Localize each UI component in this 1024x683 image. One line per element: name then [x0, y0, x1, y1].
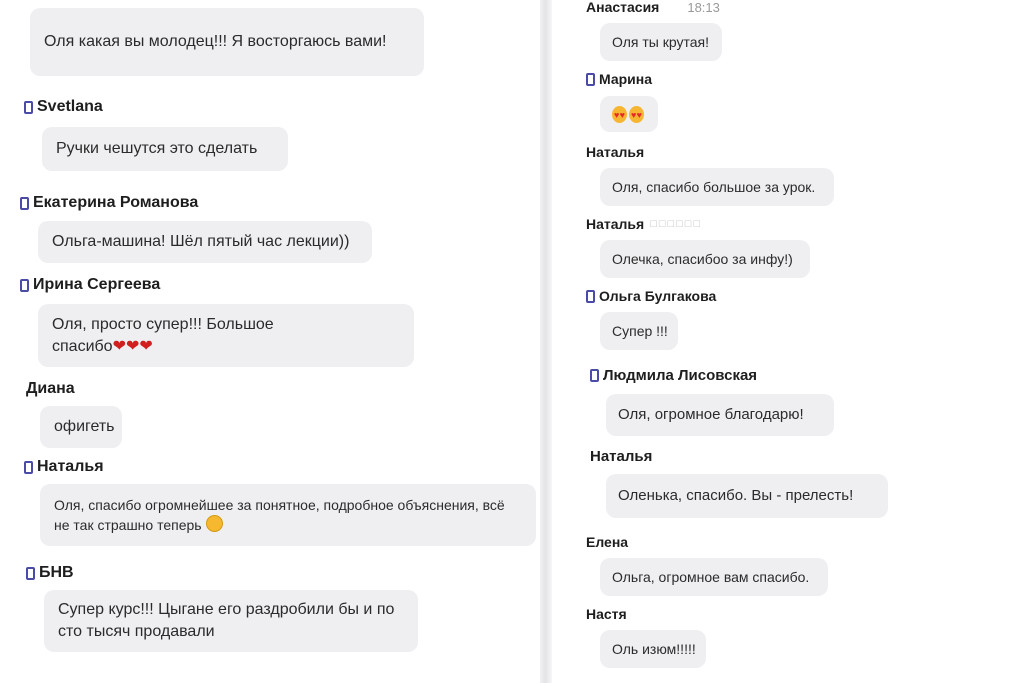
heart-eyes-emoji-icon	[629, 105, 644, 124]
message-author: Наталья	[586, 144, 645, 160]
message-text: Оля какая вы молодец!!! Я восторгаюсь ва…	[44, 33, 387, 50]
message-bubble: Ольга, огромное вам спасибо.	[600, 558, 828, 596]
message-author: БНВ	[26, 564, 74, 582]
panel-divider	[540, 0, 552, 683]
message-bubble: Супер !!!	[600, 312, 678, 350]
message-text: Оля, просто супер!!! Большое спасибо	[52, 315, 274, 355]
message-author: Екатерина Романова	[20, 194, 198, 212]
message-author: Анастасия 18:13	[586, 0, 720, 15]
message-bubble	[600, 96, 658, 132]
message-bubble: Супер курс!!! Цыгане его раздробили бы и…	[44, 590, 418, 652]
message-text: Оленька, спасибо. Вы - прелесть!	[618, 487, 854, 504]
unrendered-glyphs: □□□□□□	[650, 218, 703, 230]
message-author: Ольга Булгакова	[586, 288, 716, 304]
phone-icon	[24, 100, 33, 114]
message-text: Олечка, спасибоо за инфу!)	[612, 251, 793, 267]
message-bubble: Оля какая вы молодец!!! Я восторгаюсь ва…	[30, 8, 424, 76]
message-author: Наталья □□□□□□	[586, 216, 703, 232]
message-author: Svetlana	[24, 98, 103, 116]
message-text: Ручки чешутся это сделать	[56, 140, 258, 157]
phone-icon	[26, 566, 35, 580]
message-bubble: Оля, спасибо огромнейшее за понятное, по…	[40, 484, 536, 546]
message-text: Супер курс!!! Цыгане его раздробили бы и…	[58, 601, 395, 640]
message-bubble: Оля, огромное благодарю!	[606, 394, 834, 436]
message-author: Наталья	[24, 458, 104, 476]
phone-icon	[590, 369, 599, 382]
message-bubble: Оленька, спасибо. Вы - прелесть!	[606, 474, 888, 518]
left-chat-panel: Оля какая вы молодец!!! Я восторгаюсь ва…	[0, 0, 540, 683]
message-bubble: Оля, спасибо большое за урок.	[600, 168, 834, 206]
phone-icon	[20, 278, 29, 292]
message-text: Оля, спасибо большое за урок.	[612, 179, 816, 195]
message-text: офигеть	[54, 418, 115, 435]
right-chat-panel: Анастасия 18:13 Оля ты крутая! Марина На…	[552, 0, 1024, 683]
message-text: Супер !!!	[612, 323, 668, 339]
phone-icon	[20, 196, 29, 210]
heart-emoji-icon: ❤❤❤	[112, 337, 153, 355]
message-time: 18:13	[687, 0, 720, 15]
smiling-face-icon	[205, 515, 223, 532]
phone-icon	[586, 72, 595, 86]
message-author: Наталья	[590, 448, 653, 465]
message-bubble: Оль изюм!!!!!	[600, 630, 706, 668]
message-text: Оля, огромное благодарю!	[618, 406, 804, 423]
message-text: Ольга-машина! Шёл пятый час лекции))	[52, 233, 350, 250]
message-bubble: Олечка, спасибоо за инфу!)	[600, 240, 810, 278]
message-bubble: Ручки чешутся это сделать	[42, 127, 288, 171]
message-text: Оль изюм!!!!!	[612, 641, 696, 657]
message-bubble: Оля, просто супер!!! Большое спасибо❤❤❤	[38, 304, 414, 367]
message-bubble: офигеть	[40, 406, 122, 448]
message-text: Оля ты крутая!	[612, 34, 710, 50]
message-author: Людмила Лисовская	[590, 367, 757, 384]
message-bubble: Ольга-машина! Шёл пятый час лекции))	[38, 221, 372, 263]
message-text: Оля, спасибо огромнейшее за понятное, по…	[54, 497, 505, 533]
message-text: Ольга, огромное вам спасибо.	[612, 569, 810, 585]
message-author: Ирина Сергеева	[20, 276, 160, 294]
message-author: Диана	[26, 380, 75, 397]
phone-icon	[586, 289, 595, 303]
message-author: Марина	[586, 71, 652, 87]
message-author: Настя	[586, 606, 627, 622]
phone-icon	[24, 460, 33, 474]
heart-eyes-emoji-icon	[612, 105, 627, 124]
message-author: Елена	[586, 534, 629, 550]
message-bubble: Оля ты крутая!	[600, 23, 722, 61]
